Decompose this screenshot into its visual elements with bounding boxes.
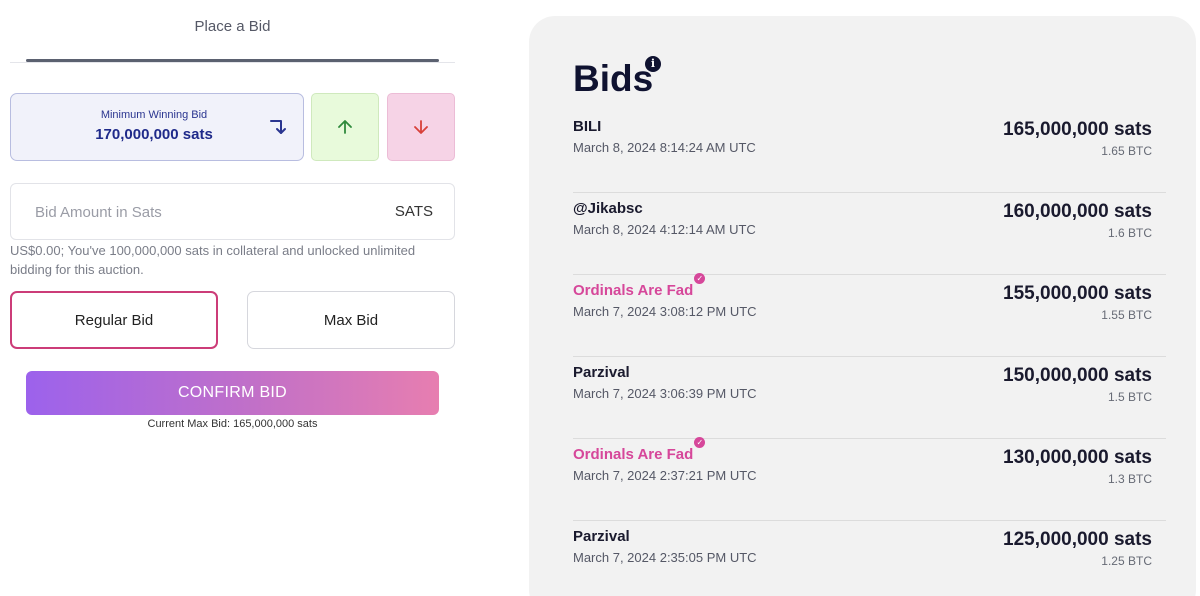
verified-check-icon: ✓ bbox=[694, 273, 706, 284]
bidder-name[interactable]: BILI bbox=[573, 118, 601, 135]
bid-unit-label: SATS bbox=[394, 203, 433, 220]
tab-divider bbox=[10, 62, 455, 63]
bidder-name: Ordinals Are Fad bbox=[573, 282, 694, 299]
bid-amount-sats: 160,000,000 sats bbox=[1003, 201, 1152, 222]
auction-page: Place a Bid Minimum Winning Bid 170,000,… bbox=[0, 0, 1200, 596]
bid-date: March 8, 2024 8:14:24 AM UTC bbox=[573, 140, 756, 155]
bid-date: March 7, 2024 2:35:05 PM UTC bbox=[573, 550, 757, 565]
bid-amount-sats: 130,000,000 sats bbox=[1003, 447, 1152, 468]
bid-row: Ordinals Are Fad ✓ March 7, 2024 2:37:21… bbox=[573, 437, 1166, 521]
bid-amount-field: SATS bbox=[10, 183, 455, 240]
bid-amount-btc: 1.25 BTC bbox=[1101, 554, 1152, 568]
arrow-down-icon bbox=[414, 120, 428, 134]
regular-bid-button[interactable]: Regular Bid bbox=[10, 291, 218, 349]
bid-list: BILI March 8, 2024 8:14:24 AM UTC 165,00… bbox=[573, 111, 1166, 596]
bids-panel: Bids i BILI March 8, 2024 8:14:24 AM UTC… bbox=[529, 16, 1196, 596]
bid-row: Parzival March 7, 2024 3:06:39 PM UTC 15… bbox=[573, 357, 1166, 439]
current-max-bid: Current Max Bid: 165,000,000 sats bbox=[147, 418, 318, 430]
bid-date: March 7, 2024 2:37:21 PM UTC bbox=[573, 468, 757, 483]
bid-amount-btc: 1.55 BTC bbox=[1101, 308, 1152, 322]
bid-amount-sats: 150,000,000 sats bbox=[1003, 365, 1152, 386]
info-icon[interactable]: i bbox=[645, 56, 661, 72]
tab-place-bid[interactable]: Place a Bid bbox=[26, 18, 439, 35]
bid-date: March 7, 2024 3:06:39 PM UTC bbox=[573, 386, 757, 401]
bidder-name-verified[interactable]: Ordinals Are Fad ✓ bbox=[573, 273, 706, 299]
bid-amount-btc: 1.3 BTC bbox=[1107, 472, 1152, 486]
bid-amount-btc: 1.5 BTC bbox=[1107, 390, 1152, 404]
bid-amount-btc: 1.6 BTC bbox=[1107, 226, 1152, 240]
min-winning-bid-label: Minimum Winning Bid bbox=[100, 109, 208, 121]
increase-bid-button[interactable] bbox=[311, 93, 379, 161]
collateral-note: US$0.00; You've 100,000,000 sats in coll… bbox=[10, 243, 416, 277]
decrease-bid-button[interactable] bbox=[387, 93, 455, 161]
bidder-name[interactable]: @Jikabsc bbox=[573, 200, 643, 217]
bidder-name: Ordinals Are Fad bbox=[573, 446, 694, 463]
verified-check-icon: ✓ bbox=[694, 437, 706, 448]
bid-row: BILI March 8, 2024 8:14:24 AM UTC 165,00… bbox=[573, 111, 1166, 193]
arrow-turn-down-icon bbox=[270, 120, 286, 134]
bidder-name-verified[interactable]: Ordinals Are Fad ✓ bbox=[573, 437, 706, 463]
bid-row: Parzival March 7, 2024 2:35:05 PM UTC 12… bbox=[573, 521, 1166, 596]
bid-amount-sats: 155,000,000 sats bbox=[1003, 283, 1152, 304]
bid-row: Ordinals Are Fad ✓ March 7, 2024 3:08:12… bbox=[573, 273, 1166, 357]
bids-title: Bids bbox=[573, 58, 654, 99]
bid-date: March 7, 2024 3:08:12 PM UTC bbox=[573, 304, 757, 319]
bid-amount-sats: 165,000,000 sats bbox=[1003, 119, 1152, 140]
min-winning-bid-button[interactable]: Minimum Winning Bid 170,000,000 sats bbox=[10, 93, 304, 161]
bid-row: @Jikabsc March 8, 2024 4:12:14 AM UTC 16… bbox=[573, 193, 1166, 275]
confirm-bid-button[interactable]: CONFIRM BID bbox=[26, 371, 439, 415]
min-winning-bid-value: 170,000,000 sats bbox=[95, 126, 213, 143]
place-bid-panel: Place a Bid Minimum Winning Bid 170,000,… bbox=[0, 0, 470, 596]
bid-amount-sats: 125,000,000 sats bbox=[1003, 529, 1152, 550]
bidder-name[interactable]: Parzival bbox=[573, 528, 630, 545]
bid-amount-input[interactable] bbox=[35, 201, 365, 223]
arrow-up-icon bbox=[338, 120, 352, 134]
bidder-name[interactable]: Parzival bbox=[573, 364, 630, 381]
bid-amount-btc: 1.65 BTC bbox=[1101, 144, 1152, 158]
max-bid-button[interactable]: Max Bid bbox=[247, 291, 455, 349]
bid-date: March 8, 2024 4:12:14 AM UTC bbox=[573, 222, 756, 237]
